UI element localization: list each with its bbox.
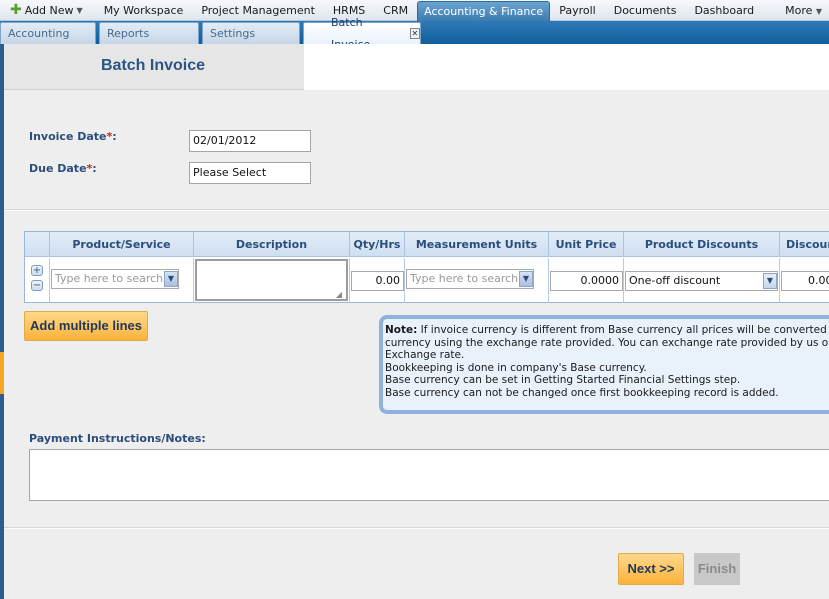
note-line: Base currency can be set in Getting Star… — [385, 374, 741, 387]
next-button[interactable]: Next >> — [618, 553, 684, 585]
product-cell: Type here to search... ▼ — [50, 258, 194, 303]
note-text: If invoice currency is different from Ba… — [417, 324, 829, 336]
grid-header-product: Product/Service — [50, 232, 194, 257]
resize-handle-icon[interactable]: ◢ — [336, 290, 342, 299]
page-header: Batch Invoice — [4, 44, 304, 90]
measurement-units-cell: Type here to search... ▼ — [405, 258, 549, 303]
nav-accounting-finance[interactable]: Accounting & Finance — [417, 0, 551, 21]
header-filler — [304, 44, 829, 90]
grid-header-actions — [25, 232, 50, 257]
tab-batch-invoice[interactable]: Batch Invoice ✕ — [303, 16, 421, 51]
product-search-combo[interactable]: Type here to search... ▼ — [51, 269, 179, 289]
note-line: Base currency can not be changed once fi… — [385, 386, 779, 399]
invoice-date-label: Invoice Date*: — [29, 130, 117, 143]
payment-notes-textarea[interactable] — [29, 449, 829, 501]
discount-input[interactable]: 0.00 — [781, 271, 829, 291]
unit-price-cell: 0.0000 — [549, 258, 624, 303]
product-search-placeholder: Type here to search... — [55, 272, 174, 285]
invoice-date-text: Invoice Date — [29, 130, 107, 143]
note-line: Note: If invoice currency is different f… — [385, 324, 829, 337]
tab-settings[interactable]: Settings — [202, 22, 300, 44]
colon: : — [112, 130, 117, 143]
invoice-date-input[interactable]: 02/01/2012 — [189, 130, 311, 152]
grid-header-unit-price: Unit Price — [549, 232, 624, 257]
remove-row-icon[interactable]: − — [31, 280, 43, 291]
caret-down-icon: ▼ — [815, 6, 823, 16]
units-search-placeholder: Type here to search... — [410, 272, 529, 285]
add-new-label: Add New — [24, 3, 74, 17]
grid-header-qty: Qty/Hrs — [350, 232, 405, 257]
qty-input[interactable]: 0.00 — [351, 271, 404, 291]
caret-down-icon: ▼ — [76, 5, 83, 15]
note-line: Bookkeeping is done in company's Base cu… — [385, 361, 647, 374]
tab-reports[interactable]: Reports — [99, 22, 199, 44]
sidebar-expand-handle[interactable] — [0, 352, 4, 394]
page-title: Batch Invoice — [101, 57, 206, 74]
tab-accounting[interactable]: Accounting — [0, 22, 96, 44]
grid-header-product-discounts: Product Discounts — [624, 232, 780, 257]
grid-header-discount: Discoun — [780, 232, 829, 257]
add-row-icon[interactable]: + — [31, 265, 43, 276]
grid-header-description: Description — [194, 232, 350, 257]
divider — [4, 527, 829, 529]
top-nav: ✚ Add New ▼ My Workspace Project Managem… — [0, 0, 829, 21]
qty-cell: 0.00 — [350, 258, 405, 303]
nav-dashboard[interactable]: Dashboard — [685, 0, 763, 21]
description-cell: ◢ — [194, 258, 350, 303]
colon: : — [92, 162, 97, 175]
description-textarea[interactable] — [195, 259, 348, 301]
left-collapse-bar — [0, 44, 4, 599]
row-actions-cell: + − — [25, 258, 50, 303]
nav-documents[interactable]: Documents — [605, 0, 686, 21]
nav-my-workspace[interactable]: My Workspace — [95, 0, 193, 21]
due-date-text: Due Date — [29, 162, 87, 175]
discount-cell: 0.00 — [780, 258, 829, 303]
add-new-menu[interactable]: ✚ Add New ▼ — [0, 0, 91, 21]
finish-button[interactable]: Finish — [694, 553, 740, 585]
close-tab-icon[interactable]: ✕ — [409, 28, 420, 39]
currency-note: Note: If invoice currency is different f… — [379, 315, 829, 414]
plus-icon: ✚ — [10, 2, 22, 18]
line-items-grid: Product/Service Description Qty/Hrs Meas… — [24, 231, 829, 303]
grid-header-measurement-units: Measurement Units — [405, 232, 549, 257]
nav-payroll[interactable]: Payroll — [550, 0, 605, 21]
note-line: Exchange rate. — [385, 349, 465, 362]
unit-price-input[interactable]: 0.0000 — [550, 271, 623, 291]
units-search-combo[interactable]: Type here to search... ▼ — [406, 269, 534, 289]
nav-project-management[interactable]: Project Management — [192, 0, 324, 21]
divider — [4, 209, 829, 211]
payment-notes-label: Payment Instructions/Notes: — [29, 432, 206, 445]
discount-type-value: One-off discount — [629, 274, 721, 287]
discount-type-select[interactable]: One-off discount ▼ — [625, 271, 778, 291]
dropdown-arrow-icon[interactable]: ▼ — [519, 271, 533, 287]
nav-more-menu[interactable]: More ▼ — [767, 0, 829, 21]
dropdown-arrow-icon[interactable]: ▼ — [164, 271, 178, 287]
due-date-input[interactable]: Please Select — [189, 162, 311, 184]
note-label: Note: — [385, 324, 418, 336]
sub-tabs: Accounting Reports Settings Batch Invoic… — [0, 16, 829, 51]
due-date-label: Due Date*: — [29, 162, 97, 175]
more-label: More — [785, 3, 813, 17]
note-line: currency using the exchange rate provide… — [385, 336, 829, 349]
product-discounts-cell: One-off discount ▼ — [624, 258, 780, 303]
add-multiple-lines-button[interactable]: Add multiple lines — [24, 311, 148, 341]
dropdown-arrow-icon[interactable]: ▼ — [763, 273, 777, 289]
